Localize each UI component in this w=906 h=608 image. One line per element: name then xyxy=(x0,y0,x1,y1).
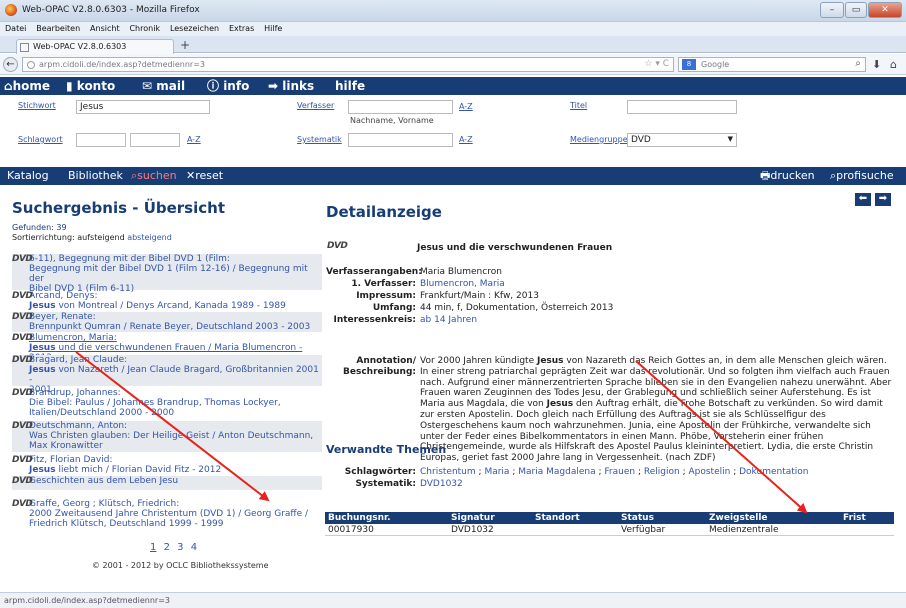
arrow-to-annotation xyxy=(635,360,808,514)
arrow-to-selected-result xyxy=(75,351,270,502)
annotation-arrows xyxy=(75,351,808,514)
